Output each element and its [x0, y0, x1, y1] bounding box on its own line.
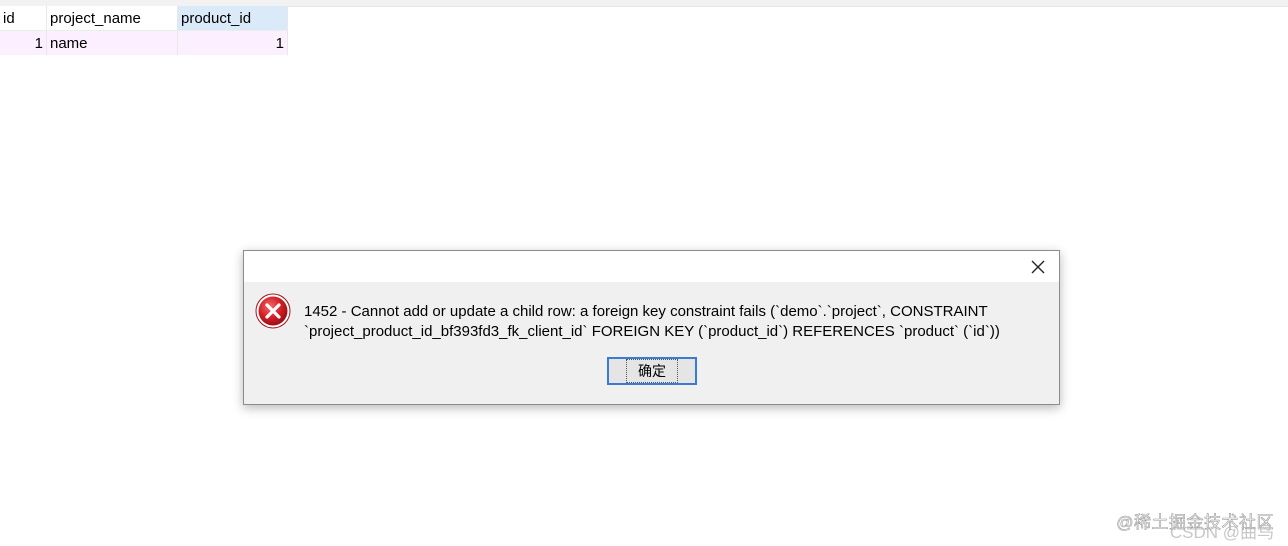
error-message-line-2: `project_product_id_bf393fd3_fk_client_i… — [304, 323, 1000, 340]
close-button[interactable] — [1021, 251, 1055, 282]
dialog-titlebar[interactable] — [244, 251, 1059, 282]
close-icon — [1031, 260, 1045, 273]
error-dialog: 1452 - Cannot add or update a child row:… — [243, 250, 1060, 405]
cell-project-name[interactable]: name — [46, 30, 178, 55]
error-message: 1452 - Cannot add or update a child row:… — [304, 302, 1054, 342]
ok-button[interactable]: 确定 — [607, 357, 697, 385]
cell-id[interactable]: 1 — [0, 30, 47, 55]
column-header-product-id[interactable]: product_id — [177, 6, 288, 31]
error-icon — [255, 293, 291, 329]
cell-product-id[interactable]: 1 — [177, 30, 288, 55]
table-row[interactable]: 1 name 1 — [0, 30, 288, 55]
ok-button-label: 确定 — [626, 359, 678, 383]
error-message-line-1: 1452 - Cannot add or update a child row:… — [304, 303, 988, 320]
column-header-project-name[interactable]: project_name — [46, 6, 178, 31]
grid-header-row: id project_name product_id — [0, 6, 288, 31]
column-header-id[interactable]: id — [0, 6, 47, 31]
watermark-csdn: CSDN @曲鸟 — [1169, 523, 1274, 542]
result-grid: id project_name product_id 1 name 1 — [0, 6, 288, 55]
